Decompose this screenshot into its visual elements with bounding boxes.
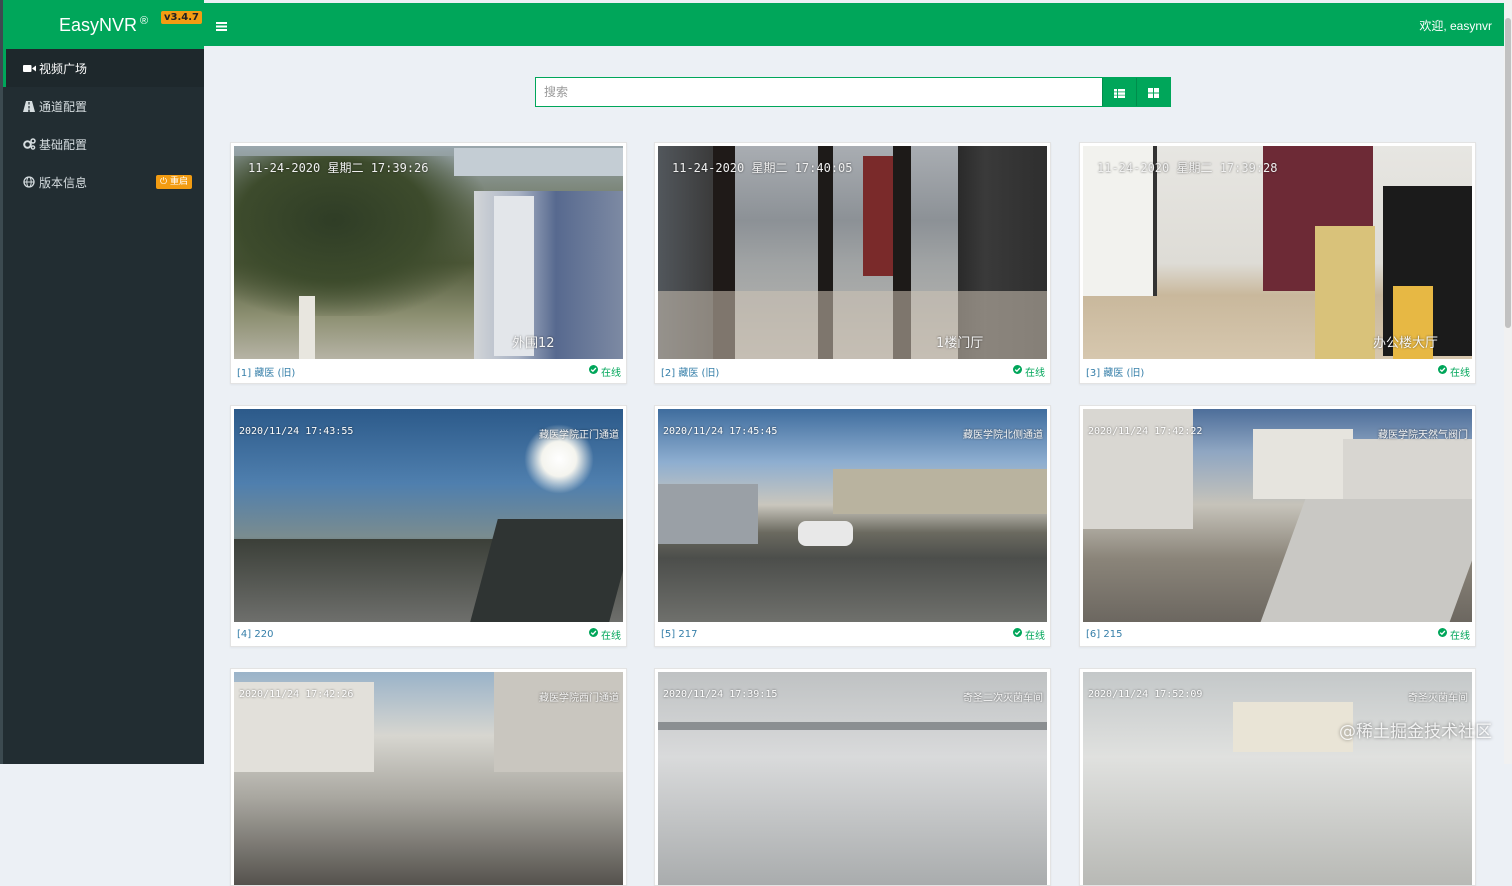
check-circle-icon xyxy=(1013,365,1022,377)
camera-card[interactable]: 2020/11/24 17:39:15 奇圣二次灭菌车间 xyxy=(654,668,1051,886)
sidebar-item-label: 版本信息 xyxy=(39,175,88,190)
check-circle-icon xyxy=(589,628,598,640)
camera-timestamp: 2020/11/24 17:52:09 xyxy=(1088,689,1203,700)
camera-location-label: 奇圣灭菌车间 xyxy=(1408,693,1468,704)
sidebar-item-label: 通道配置 xyxy=(39,99,88,114)
grid-view-button[interactable] xyxy=(1136,78,1170,106)
logo-bar: EasyNVR ® v3.4.7 xyxy=(3,0,204,49)
camera-title[interactable]: [2] 藏医 (旧) xyxy=(661,364,719,379)
camera-card-footer: [1] 藏医 (旧) 在线 xyxy=(234,359,623,383)
sidebar-item-basic-config[interactable]: 基础配置 xyxy=(3,125,204,163)
camera-card-footer: [2] 藏医 (旧) 在线 xyxy=(658,359,1047,383)
camera-snapshot[interactable]: 11-24-2020 星期二 17:40:05 1楼门厅 xyxy=(658,146,1047,359)
top-navbar: 欢迎, easynvr xyxy=(204,3,1504,46)
sidebar-menu: 视频广场 通道配置 基础配置 版本信息 ⏻ 重启 xyxy=(3,49,204,201)
camera-card-footer: [3] 藏医 (旧) 在线 xyxy=(1083,359,1472,383)
camera-card[interactable]: 11-24-2020 星期二 17:39:26 外围12 [1] 藏医 (旧) … xyxy=(230,142,627,384)
camera-title[interactable]: [5] 217 xyxy=(661,629,697,640)
sidebar-item-version-info[interactable]: 版本信息 ⏻ 重启 xyxy=(3,163,204,201)
check-circle-icon xyxy=(1438,628,1447,640)
sidebar-item-channel-config[interactable]: 通道配置 xyxy=(3,87,204,125)
status-badge: 在线 xyxy=(1013,627,1045,642)
restart-badge[interactable]: ⏻ 重启 xyxy=(155,175,192,189)
camera-timestamp: 11-24-2020 星期二 17:39:26 xyxy=(248,161,429,175)
th-large-icon xyxy=(1148,83,1159,102)
road-icon xyxy=(19,100,39,112)
camera-card[interactable]: 2020/11/24 17:45:45 藏医学院北侧通道 [5] 217 在线 xyxy=(654,405,1051,647)
globe-icon xyxy=(19,176,39,188)
camera-card[interactable]: 2020/11/24 17:42:26 藏医学院西门通道 xyxy=(230,668,627,886)
video-camera-icon xyxy=(19,64,39,73)
camera-title[interactable]: [3] 藏医 (旧) xyxy=(1086,364,1144,379)
sidebar: EasyNVR ® v3.4.7 视频广场 通道配置 基础配置 版本信息 ⏻ 重… xyxy=(0,0,204,764)
version-badge: v3.4.7 xyxy=(161,11,202,24)
camera-location-label: 藏医学院天然气阀门 xyxy=(1378,430,1468,441)
camera-snapshot[interactable]: 11-24-2020 星期二 17:39:28 办公楼大厅 xyxy=(1083,146,1472,359)
status-badge: 在线 xyxy=(1013,364,1045,379)
camera-location-label: 藏医学院北侧通道 xyxy=(963,430,1043,441)
camera-timestamp: 2020/11/24 17:45:45 xyxy=(663,426,778,437)
hamburger-menu-icon[interactable] xyxy=(216,17,227,31)
camera-title[interactable]: [4] 220 xyxy=(237,629,273,640)
search-bar xyxy=(535,77,1171,107)
camera-snapshot[interactable]: 2020/11/24 17:45:45 藏医学院北侧通道 xyxy=(658,409,1047,622)
welcome-user[interactable]: 欢迎, easynvr xyxy=(1419,17,1492,34)
gears-icon xyxy=(19,138,39,150)
camera-location-label: 1楼门厅 xyxy=(936,336,984,351)
camera-timestamp: 2020/11/24 17:42:26 xyxy=(239,689,354,700)
search-input[interactable] xyxy=(536,78,1102,106)
camera-snapshot[interactable]: 2020/11/24 17:42:26 藏医学院西门通道 xyxy=(234,672,623,885)
camera-location-label: 外围12 xyxy=(512,336,555,351)
check-circle-icon xyxy=(1013,628,1022,640)
camera-timestamp: 2020/11/24 17:42:22 xyxy=(1088,426,1203,437)
status-badge: 在线 xyxy=(589,627,621,642)
brand-logo[interactable]: EasyNVR ® xyxy=(59,15,148,36)
sidebar-item-label: 基础配置 xyxy=(39,137,88,152)
camera-snapshot[interactable]: 2020/11/24 17:52:09 奇圣灭菌车间 xyxy=(1083,672,1472,885)
status-badge: 在线 xyxy=(1438,364,1470,379)
camera-location-label: 奇圣二次灭菌车间 xyxy=(963,693,1043,704)
watermark-text: @稀土掘金技术社区 xyxy=(1339,722,1492,742)
camera-card-footer: [4] 220 在线 xyxy=(234,622,623,646)
page-scrollbar[interactable] xyxy=(1504,0,1512,764)
camera-card-footer: [5] 217 在线 xyxy=(658,622,1047,646)
camera-location-label: 藏医学院西门通道 xyxy=(539,693,619,704)
camera-timestamp: 11-24-2020 星期二 17:39:28 xyxy=(1097,161,1278,175)
camera-snapshot[interactable]: 2020/11/24 17:43:55 藏医学院正门通道 xyxy=(234,409,623,622)
camera-timestamp: 11-24-2020 星期二 17:40:05 xyxy=(672,161,853,175)
camera-timestamp: 2020/11/24 17:43:55 xyxy=(239,426,354,437)
status-badge: 在线 xyxy=(589,364,621,379)
camera-card[interactable]: 2020/11/24 17:42:22 藏医学院天然气阀门 [6] 215 在线 xyxy=(1079,405,1476,647)
camera-location-label: 办公楼大厅 xyxy=(1373,336,1439,351)
camera-card-footer: [6] 215 在线 xyxy=(1083,622,1472,646)
sidebar-item-video-square[interactable]: 视频广场 xyxy=(3,49,204,87)
camera-card[interactable]: 11-24-2020 星期二 17:40:05 1楼门厅 [2] 藏医 (旧) … xyxy=(654,142,1051,384)
power-icon: ⏻ xyxy=(159,177,168,187)
camera-card[interactable]: 11-24-2020 星期二 17:39:28 办公楼大厅 [3] 藏医 (旧)… xyxy=(1079,142,1476,384)
camera-snapshot[interactable]: 2020/11/24 17:39:15 奇圣二次灭菌车间 xyxy=(658,672,1047,885)
check-circle-icon xyxy=(1438,365,1447,377)
camera-snapshot[interactable]: 2020/11/24 17:42:22 藏医学院天然气阀门 xyxy=(1083,409,1472,622)
check-circle-icon xyxy=(589,365,598,377)
camera-snapshot[interactable]: 11-24-2020 星期二 17:39:26 外围12 xyxy=(234,146,623,359)
camera-title[interactable]: [6] 215 xyxy=(1086,629,1122,640)
camera-card[interactable]: 2020/11/24 17:52:09 奇圣灭菌车间 xyxy=(1079,668,1476,886)
list-view-button[interactable] xyxy=(1102,78,1136,106)
sidebar-item-label: 视频广场 xyxy=(39,61,88,76)
camera-location-label: 藏医学院正门通道 xyxy=(539,430,619,441)
th-list-icon xyxy=(1114,83,1125,102)
camera-card[interactable]: 2020/11/24 17:43:55 藏医学院正门通道 [4] 220 在线 xyxy=(230,405,627,647)
scrollbar-thumb[interactable] xyxy=(1505,18,1511,328)
camera-timestamp: 2020/11/24 17:39:15 xyxy=(663,689,778,700)
status-badge: 在线 xyxy=(1438,627,1470,642)
camera-title[interactable]: [1] 藏医 (旧) xyxy=(237,364,295,379)
